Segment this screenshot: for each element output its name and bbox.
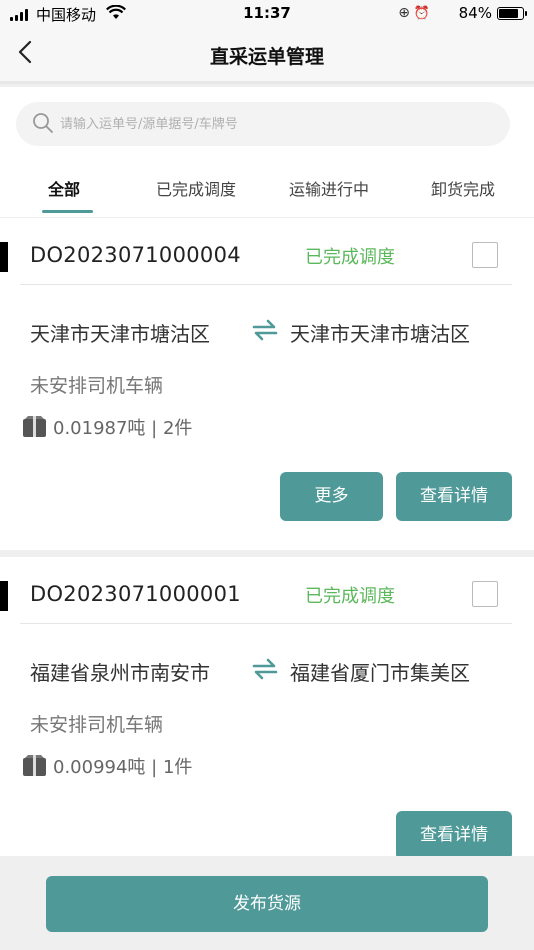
package-icon: [23, 755, 46, 776]
tab-active-indicator: [42, 210, 93, 213]
card-marker: [0, 581, 8, 611]
order-number: DO2023071000004: [30, 243, 241, 267]
origin-address: 天津市天津市塘沽区: [30, 322, 210, 346]
card-marker: [0, 242, 8, 272]
search-and-tabs: 全部 已完成调度 运输进行中 卸货完成: [0, 87, 534, 217]
divider: [20, 284, 512, 285]
publish-cargo-button[interactable]: 发布货源: [46, 876, 488, 932]
order-card: DO2023071000001 已完成调度 福建省泉州市南安市 福建省厦门市集美…: [0, 557, 534, 860]
battery-icon: [497, 7, 527, 20]
exchange-arrows-icon: [252, 658, 278, 680]
status-bar: 中国移动 11:37 ⊕ ⏰ 84%: [0, 0, 534, 28]
bottom-bar: 发布货源: [0, 856, 534, 950]
exchange-arrows-icon: [252, 319, 278, 341]
cargo-weight-count: 0.01987吨 | 2件: [53, 418, 193, 439]
driver-status: 未安排司机车辆: [30, 714, 164, 736]
tab-bar: 全部 已完成调度 运输进行中 卸货完成: [0, 162, 534, 217]
package-icon: [23, 416, 46, 437]
clock: 11:37: [243, 4, 291, 22]
more-button[interactable]: 更多: [280, 472, 383, 521]
tab-dispatched[interactable]: 已完成调度: [156, 176, 236, 200]
driver-status: 未安排司机车辆: [30, 375, 164, 397]
status-badge: 已完成调度: [305, 247, 395, 268]
alarm-icon: ⏰: [413, 6, 430, 21]
origin-address: 福建省泉州市南安市: [30, 661, 210, 685]
search-icon: [33, 113, 53, 133]
destination-address: 天津市天津市塘沽区: [290, 322, 470, 346]
search-bar[interactable]: [16, 102, 510, 146]
divider: [20, 623, 512, 624]
view-details-button[interactable]: 查看详情: [396, 472, 512, 521]
select-checkbox[interactable]: [472, 581, 498, 607]
tab-all[interactable]: 全部: [48, 176, 80, 200]
status-badge: 已完成调度: [305, 586, 395, 607]
cargo-weight-count: 0.00994吨 | 1件: [53, 757, 193, 778]
nav-bar: 直采运单管理: [0, 28, 534, 84]
battery-percent: 84%: [458, 4, 492, 22]
page-title: 直采运单管理: [209, 46, 324, 68]
tab-in-transit[interactable]: 运输进行中: [289, 176, 369, 200]
tab-unloaded[interactable]: 卸货完成: [431, 176, 495, 200]
order-card: DO2023071000004 已完成调度 天津市天津市塘沽区 天津市天津市塘沽…: [0, 218, 534, 550]
search-input[interactable]: [60, 102, 480, 146]
destination-address: 福建省厦门市集美区: [290, 661, 470, 685]
select-checkbox[interactable]: [472, 242, 498, 268]
orientation-lock-icon: ⊕: [398, 5, 410, 21]
order-number: DO2023071000001: [30, 582, 241, 606]
view-details-button[interactable]: 查看详情: [396, 811, 512, 860]
